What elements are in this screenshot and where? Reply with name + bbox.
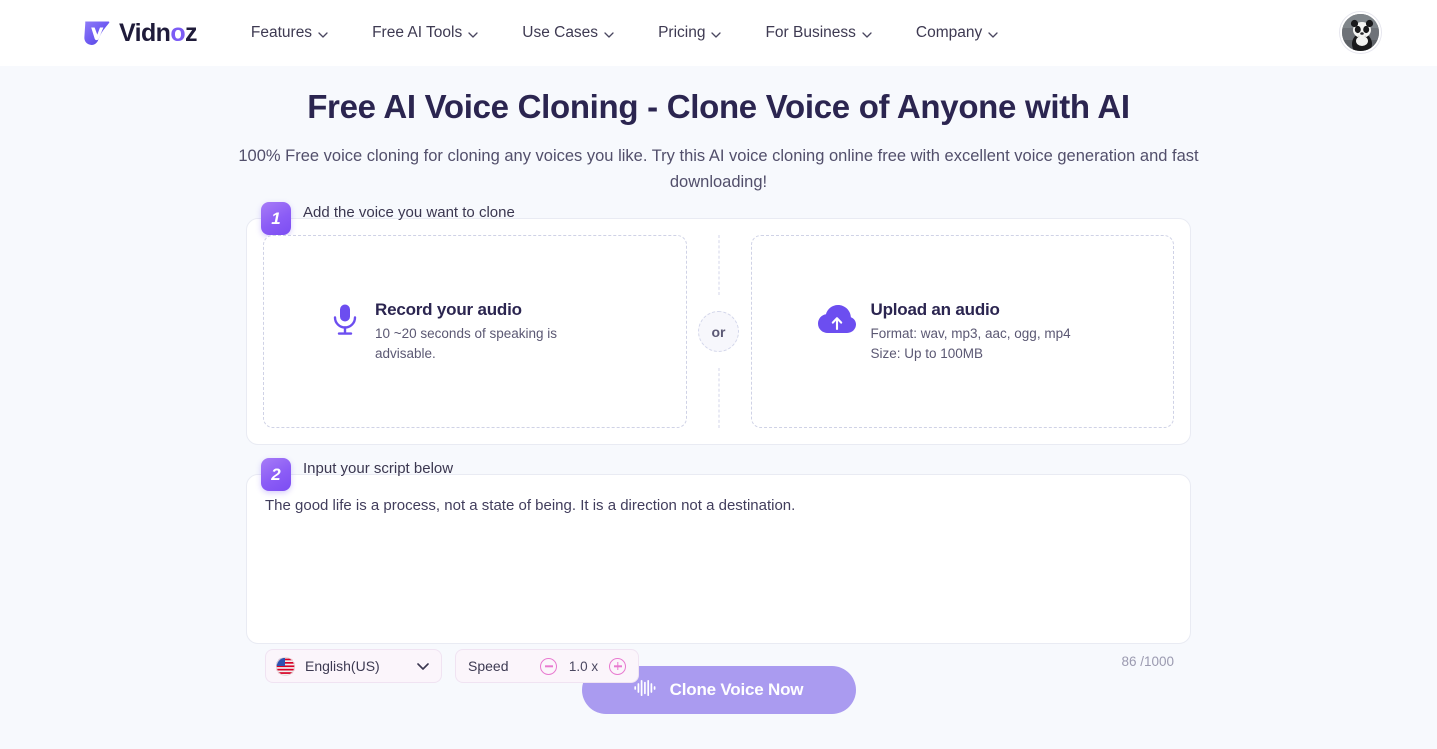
vidnoz-v-logo-icon — [82, 18, 112, 48]
upload-audio-dropzone[interactable]: Upload an audio Format: wav, mp3, aac, o… — [750, 235, 1174, 429]
microphone-icon — [330, 300, 360, 342]
nav-item-free-ai-tools[interactable]: Free AI Tools — [350, 14, 500, 52]
script-input[interactable] — [265, 495, 1172, 591]
us-flag-icon — [276, 656, 295, 676]
nav-label: Company — [915, 24, 983, 41]
chevron-down-icon — [318, 24, 328, 42]
main-nav: Features Free AI Tools Use Cases Pricing… — [229, 14, 1020, 52]
speed-label: Speed — [468, 658, 509, 675]
or-divider-line-top — [718, 235, 719, 296]
nav-label: Free AI Tools — [372, 24, 463, 41]
language-select[interactable]: English(US) — [265, 649, 442, 684]
avatar[interactable] — [1340, 12, 1381, 53]
upload-audio-format: Format: wav, mp3, aac, ogg, mp4 — [870, 325, 1071, 341]
plus-circle-icon[interactable] — [609, 657, 627, 675]
speed-value: 1.0 x — [568, 658, 599, 674]
page-subtitle: 100% Free voice cloning for cloning any … — [238, 147, 1199, 191]
nav-item-features[interactable]: Features — [229, 14, 350, 52]
nav-label: Features — [250, 24, 313, 41]
nav-item-pricing[interactable]: Pricing — [636, 14, 743, 52]
step-2-card: 2 Input your script below The good life … — [246, 458, 1191, 684]
avatar-panda-image — [1342, 14, 1379, 51]
nav-item-use-cases[interactable]: Use Cases — [500, 14, 636, 52]
hero-section: Free AI Voice Cloning - Clone Voice of A… — [0, 66, 1437, 195]
page-title: Free AI Voice Cloning - Clone Voice of A… — [307, 88, 1130, 125]
clone-voice-now-label: Clone Voice Now — [669, 680, 804, 700]
chevron-down-icon — [604, 24, 614, 42]
nav-label: Pricing — [658, 24, 706, 41]
or-divider-label: or — [698, 311, 739, 353]
record-audio-dropzone[interactable]: Record your audio 10 ~20 seconds of spea… — [263, 235, 687, 429]
or-divider-line-bottom — [718, 368, 719, 429]
chevron-down-icon — [468, 24, 478, 42]
chevron-down-icon — [988, 24, 998, 42]
record-audio-subtitle: 10 ~20 seconds of speaking is advisable. — [375, 326, 557, 361]
logo-wordmark: Vidnoz — [119, 18, 197, 47]
upload-audio-title: Upload an audio — [870, 299, 1000, 319]
or-divider: or — [687, 235, 751, 429]
chevron-down-icon — [417, 657, 429, 675]
character-counter: 86 /1000 — [1121, 654, 1174, 670]
language-selected-value: English(US) — [305, 658, 380, 675]
chevron-down-icon — [711, 24, 722, 42]
upload-audio-size: Size: Up to 100MB — [870, 346, 984, 362]
speed-control: Speed 1.0 x — [455, 649, 640, 684]
vidnoz-logo[interactable]: Vidnoz — [82, 18, 197, 48]
minus-circle-icon[interactable] — [540, 657, 558, 675]
chevron-down-icon — [862, 24, 872, 42]
tool-container: 1 Add the voice you want to clone Record… — [246, 202, 1191, 715]
step-1-card: 1 Add the voice you want to clone Record… — [246, 202, 1191, 446]
nav-label: Use Cases — [522, 24, 599, 41]
nav-item-company[interactable]: Company — [894, 14, 1020, 52]
nav-label: For Business — [765, 24, 856, 41]
cloud-upload-icon — [817, 300, 856, 340]
site-header: Vidnoz Features Free AI Tools Use Cases … — [0, 0, 1437, 66]
record-audio-title: Record your audio — [375, 300, 522, 320]
nav-item-for-business[interactable]: For Business — [743, 14, 893, 52]
